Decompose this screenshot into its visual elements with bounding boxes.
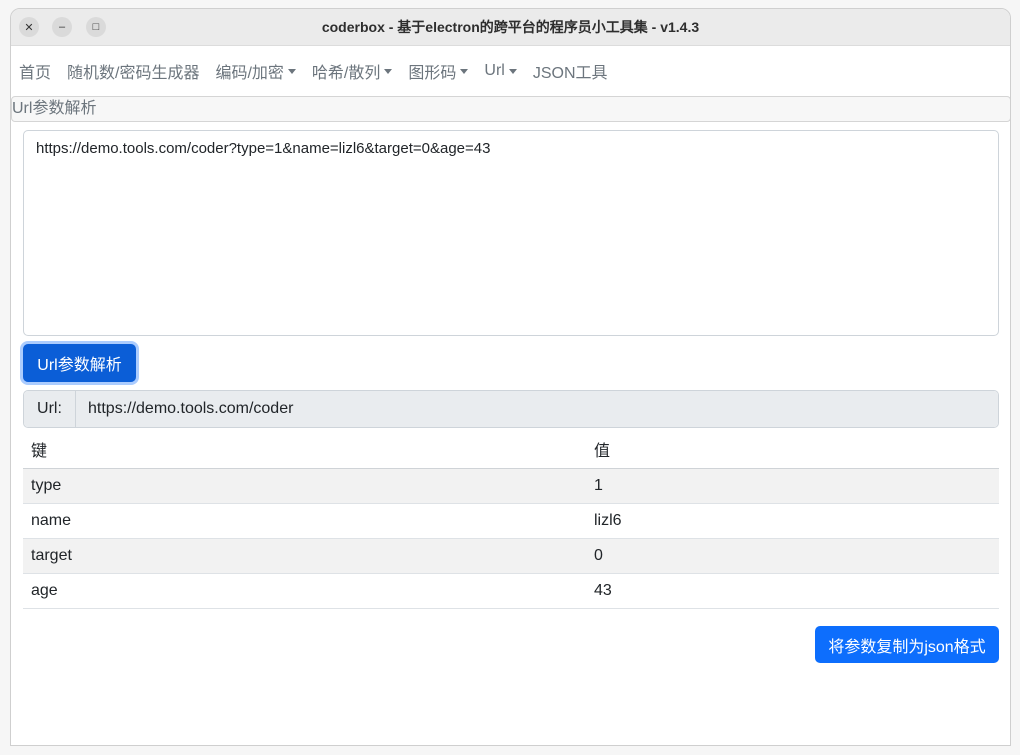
url-input[interactable]	[23, 130, 999, 336]
title-bar: ✕ – □ coderbox - 基于electron的跨平台的程序员小工具集 …	[11, 9, 1010, 46]
nav-item-graphic-code[interactable]: 图形码	[408, 59, 469, 83]
nav-item-label: Url	[484, 62, 505, 79]
copy-json-button[interactable]: 将参数复制为json格式	[815, 626, 999, 663]
table-row: target 0	[23, 538, 999, 574]
param-value: 0	[586, 538, 999, 574]
table-row: age 43	[23, 573, 999, 609]
nav-item-label: JSON工具	[532, 65, 608, 82]
nav-item-json-tools[interactable]: JSON工具	[533, 59, 608, 83]
page-title: Url参数解析	[11, 96, 1010, 122]
column-header-key: 键	[23, 430, 586, 469]
parsed-url-group: Url: https://demo.tools.com/coder	[23, 390, 999, 428]
nav-item-random-password[interactable]: 随机数/密码生成器	[67, 59, 199, 83]
nav-item-label: 编码/加密	[215, 65, 284, 82]
params-table: 键 值 type 1 name lizl6 target 0 age 43	[23, 430, 999, 609]
nav-item-label: 图形码	[408, 65, 457, 82]
nav-item-label: 随机数/密码生成器	[67, 65, 200, 82]
param-key: name	[23, 503, 586, 539]
nav-item-label: 首页	[19, 65, 52, 82]
param-key: age	[23, 573, 586, 609]
caret-down-icon	[384, 68, 393, 74]
param-value: lizl6	[586, 503, 999, 539]
param-value: 1	[586, 468, 999, 504]
nav-item-url[interactable]: Url	[484, 62, 517, 80]
nav-item-encoding[interactable]: 编码/加密	[215, 59, 296, 83]
main-nav: 首页 随机数/密码生成器 编码/加密 哈希/散列 图形码 Url JSON工具	[11, 53, 1010, 89]
caret-down-icon	[508, 68, 517, 74]
param-key: target	[23, 538, 586, 574]
param-value: 43	[586, 573, 999, 609]
url-label: Url:	[24, 391, 76, 427]
parse-url-button[interactable]: Url参数解析	[23, 344, 136, 382]
table-row: name lizl6	[23, 503, 999, 539]
table-row: type 1	[23, 468, 999, 504]
parsed-url-field[interactable]: https://demo.tools.com/coder	[76, 391, 998, 427]
param-key: type	[23, 468, 586, 504]
nav-item-hash[interactable]: 哈希/散列	[311, 59, 393, 83]
table-header-row: 键 值	[23, 430, 999, 469]
nav-item-home[interactable]: 首页	[19, 59, 51, 83]
caret-down-icon	[460, 68, 469, 74]
caret-down-icon	[287, 68, 296, 74]
app-window: ✕ – □ coderbox - 基于electron的跨平台的程序员小工具集 …	[10, 8, 1011, 746]
nav-item-label: 哈希/散列	[311, 65, 381, 82]
column-header-value: 值	[586, 430, 999, 469]
window-title: coderbox - 基于electron的跨平台的程序员小工具集 - v1.4…	[321, 19, 700, 35]
